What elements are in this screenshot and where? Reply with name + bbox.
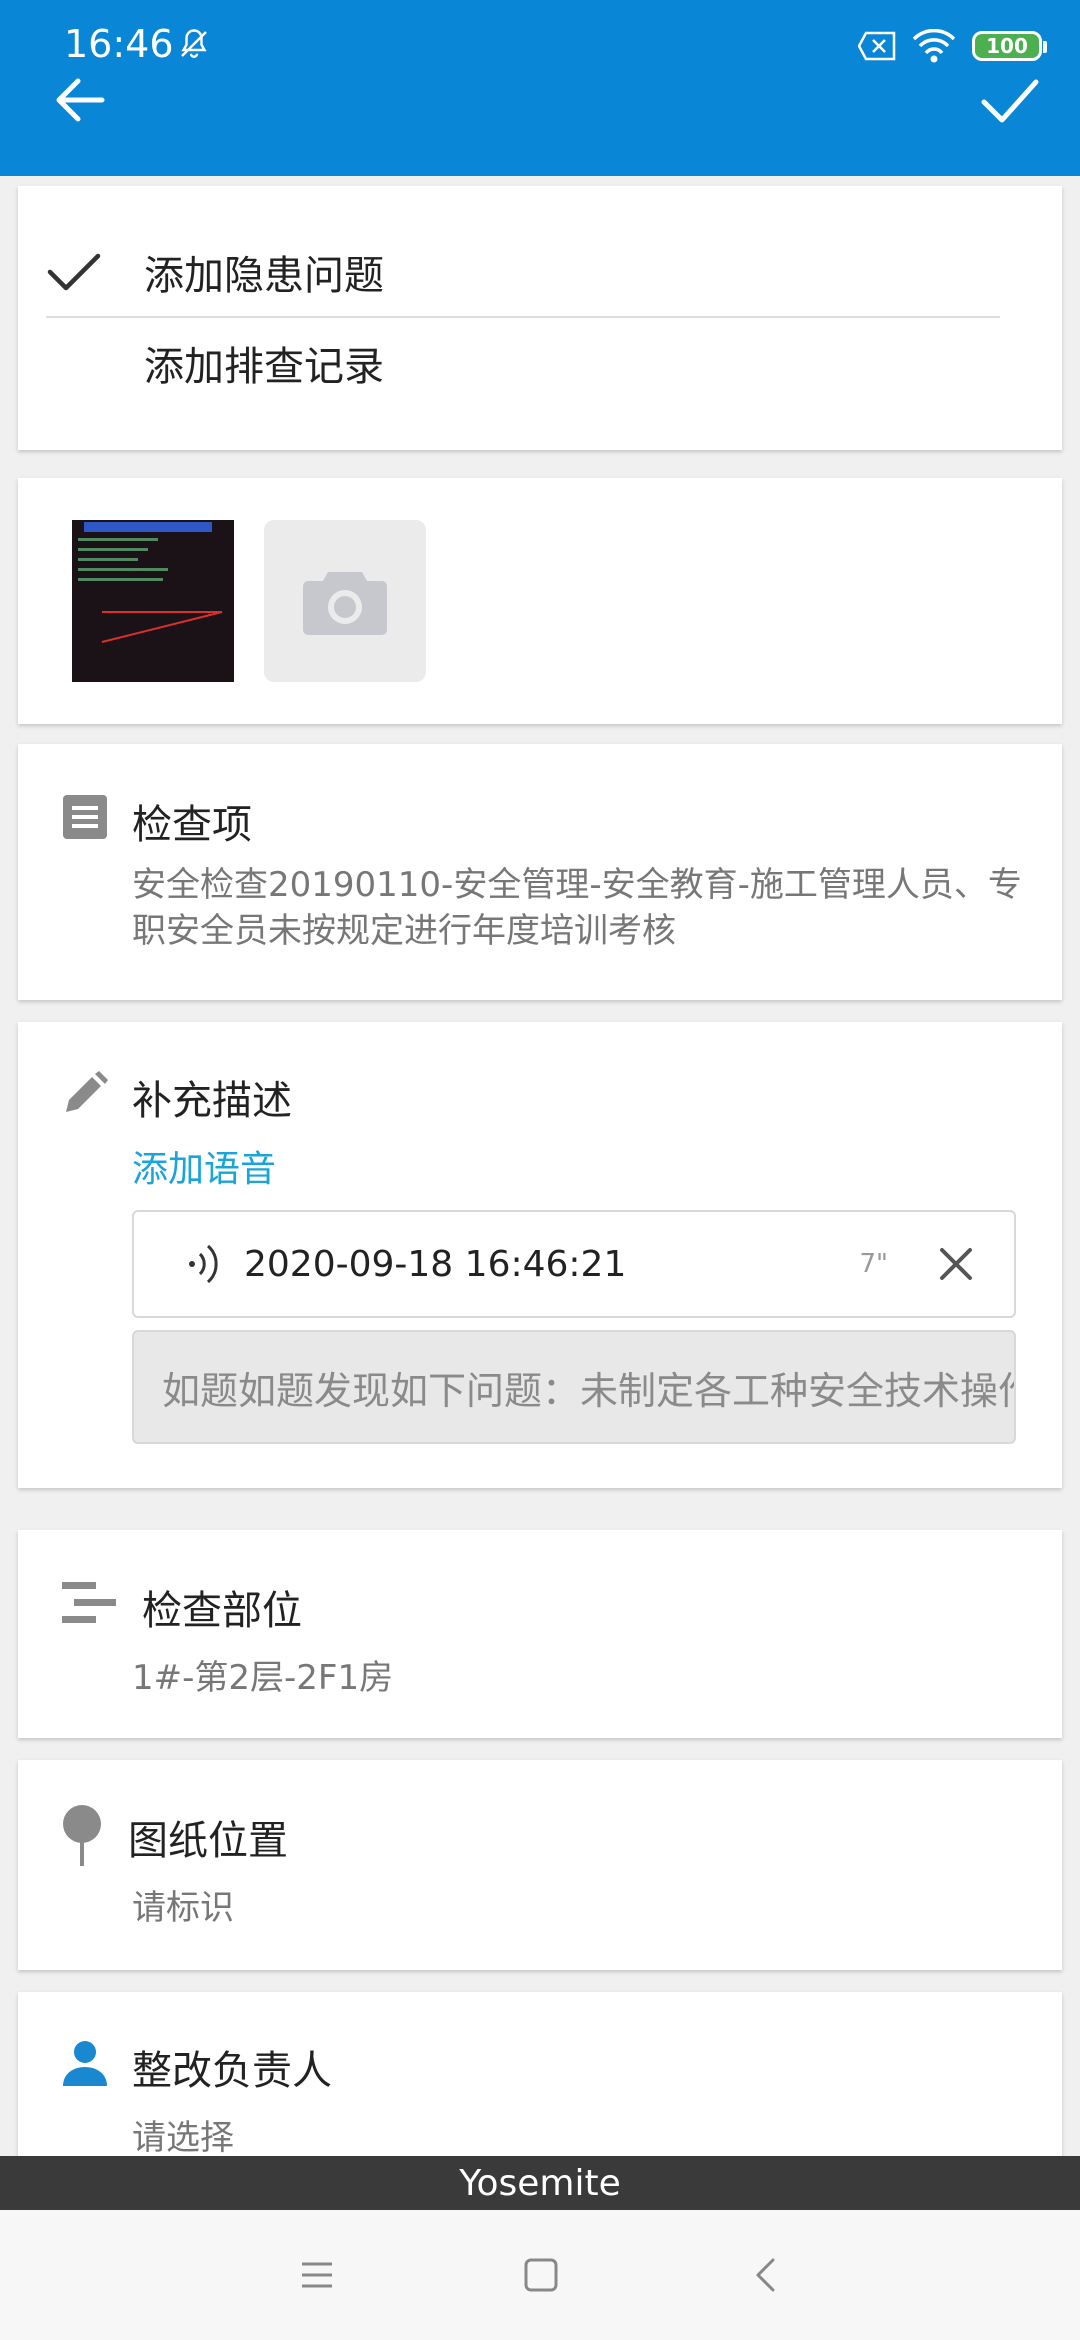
list-lines-icon bbox=[62, 1582, 116, 1623]
voice-record-item[interactable]: 2020-09-18 16:46:21 7" bbox=[132, 1210, 1016, 1318]
voice-timestamp: 2020-09-18 16:46:21 bbox=[244, 1243, 627, 1285]
pin-icon bbox=[63, 1805, 101, 1866]
document-icon bbox=[63, 795, 107, 839]
photo-thumbnail[interactable] bbox=[72, 520, 234, 682]
drawing-position-title: 图纸位置 bbox=[128, 1818, 288, 1864]
option-label: 添加隐患问题 bbox=[144, 253, 384, 299]
back-arrow-icon[interactable] bbox=[50, 72, 110, 128]
battery-indicator: 100 bbox=[972, 31, 1047, 61]
add-photo-button[interactable] bbox=[264, 520, 426, 682]
check-item-value: 安全检查20190110-安全管理-安全教育-施工管理人员、专职安全员未按规定进… bbox=[132, 865, 1022, 951]
check-part-title: 检查部位 bbox=[142, 1588, 302, 1634]
check-item-title: 检查项 bbox=[132, 802, 252, 848]
wifi-icon bbox=[912, 29, 956, 63]
owner-value: 请选择 bbox=[132, 2118, 234, 2158]
person-icon bbox=[63, 2041, 107, 2086]
camera-icon bbox=[303, 572, 387, 635]
check-icon bbox=[47, 253, 101, 291]
status-time: 16:46 bbox=[64, 22, 174, 66]
option-add-record[interactable]: 添加排查记录 bbox=[46, 318, 1000, 408]
status-icons: 100 bbox=[858, 26, 1047, 66]
pencil-icon bbox=[66, 1071, 108, 1112]
drawing-position-value: 请标识 bbox=[132, 1888, 234, 1928]
nav-back-icon[interactable] bbox=[742, 2250, 792, 2300]
option-add-hazard[interactable]: 添加隐患问题 bbox=[46, 228, 1000, 318]
close-icon[interactable] bbox=[936, 1244, 976, 1284]
red-line-drawing bbox=[101, 611, 223, 643]
check-part-value: 1#-第2层-2F1房 bbox=[132, 1658, 394, 1698]
confirm-check-icon[interactable] bbox=[978, 72, 1042, 128]
add-voice-link[interactable]: 添加语音 bbox=[132, 1140, 276, 1192]
description-title: 补充描述 bbox=[132, 1078, 292, 1124]
system-nav-bar bbox=[0, 2210, 1080, 2340]
option-label: 添加排查记录 bbox=[144, 344, 384, 390]
bell-muted-icon bbox=[181, 29, 207, 58]
description-input[interactable]: 如题如题发现如下问题：未制定各工种安全技术操作规程 bbox=[132, 1330, 1016, 1444]
sim-disabled-icon bbox=[858, 31, 896, 61]
app-bar: 16:46 100 bbox=[0, 0, 1080, 176]
menu-icon[interactable] bbox=[292, 2250, 342, 2300]
voice-duration: 7" bbox=[859, 1249, 888, 1279]
home-square-icon[interactable] bbox=[516, 2250, 566, 2300]
owner-title: 整改负责人 bbox=[132, 2048, 332, 2094]
toast-message: Yosemite bbox=[0, 2156, 1080, 2210]
voice-wave-icon bbox=[189, 1244, 218, 1284]
